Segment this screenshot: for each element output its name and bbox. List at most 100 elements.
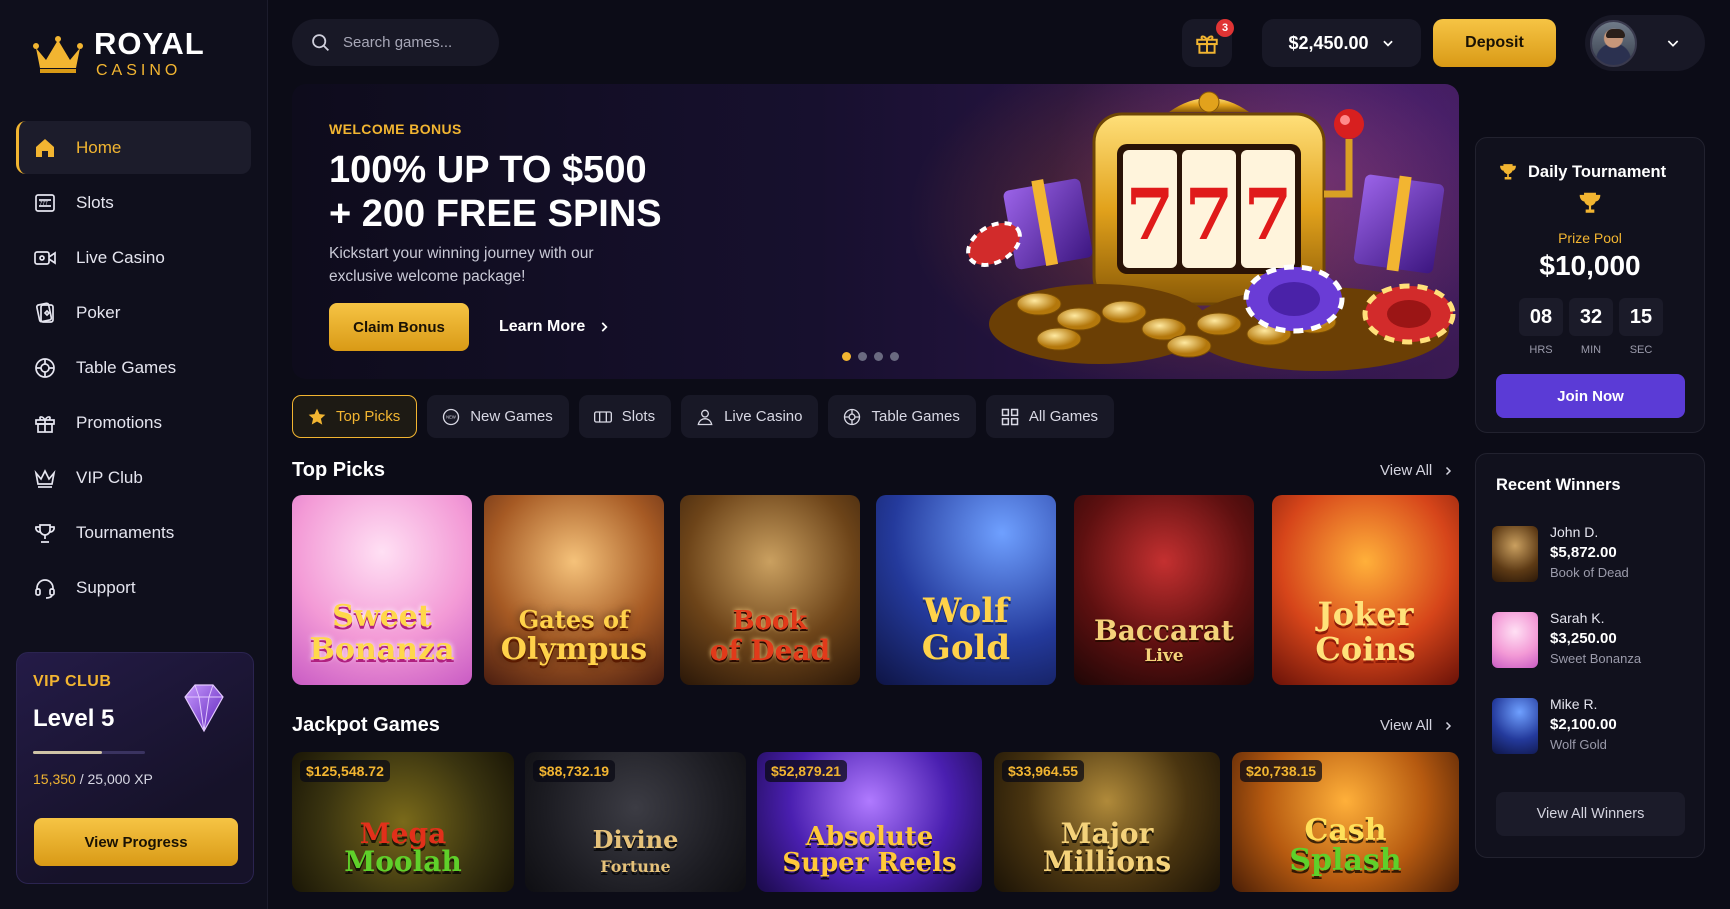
profile-menu[interactable] bbox=[1585, 15, 1705, 71]
game-title: Absolute Super Reels bbox=[782, 822, 957, 878]
nav-label: Poker bbox=[76, 302, 121, 322]
jackpot-card-divine-fortune[interactable]: $88,732.19 Divine Fortune bbox=[525, 752, 746, 892]
carousel-dot[interactable] bbox=[858, 352, 867, 361]
carousel-dot[interactable] bbox=[890, 352, 899, 361]
view-progress-button[interactable]: View Progress bbox=[34, 818, 238, 866]
top-picks-title: Top Picks bbox=[292, 459, 385, 481]
vip-club-card: VIP CLUB Level 5 15,350 / 25,000 XP View… bbox=[16, 652, 254, 884]
hero-tag: WELCOME BONUS bbox=[329, 121, 462, 137]
jackpot-card-absolute-super-reels[interactable]: $52,879.21 Absolute Super Reels bbox=[757, 752, 982, 892]
claim-bonus-button[interactable]: Claim Bonus bbox=[329, 303, 469, 351]
svg-text:7: 7 bbox=[1244, 173, 1293, 256]
star-icon bbox=[308, 408, 326, 425]
jackpot-card-major-millions[interactable]: $33,964.55 Major Millions bbox=[994, 752, 1220, 892]
winner-item[interactable]: Sarah K. $3,250.00 Sweet Bonanza bbox=[1492, 610, 1641, 668]
carousel-dot[interactable] bbox=[874, 352, 883, 361]
chevron-down-icon bbox=[1667, 40, 1679, 47]
hero-title-line2: + 200 FREE SPINS bbox=[329, 193, 662, 235]
learn-more-link[interactable]: Learn More bbox=[499, 303, 611, 351]
nav-item-live-casino[interactable]: Live Casino bbox=[16, 231, 251, 284]
tab-top-picks[interactable]: Top Picks bbox=[292, 395, 418, 438]
jackpot-card-cash-splash[interactable]: $20,738.15 Cash Splash bbox=[1232, 752, 1459, 892]
balance-dropdown[interactable]: $2,450.00 bbox=[1262, 19, 1421, 67]
nav-label: Live Casino bbox=[76, 247, 165, 267]
winner-amount: $5,872.00 bbox=[1550, 544, 1617, 561]
jackpot-card-mega-moolah[interactable]: $125,548.72 Mega Moolah bbox=[292, 752, 514, 892]
search-bar[interactable] bbox=[292, 19, 499, 66]
game-card-gates-of-olympus[interactable]: Gates of Olympus bbox=[484, 495, 664, 685]
countdown-minutes: 32 MIN bbox=[1569, 298, 1613, 356]
nav-item-home[interactable]: Home bbox=[16, 121, 251, 174]
tab-label: All Games bbox=[1028, 408, 1099, 425]
tab-table-games[interactable]: Table Games bbox=[828, 395, 976, 438]
playing-cards-icon bbox=[32, 300, 58, 326]
tab-all-games[interactable]: All Games bbox=[985, 395, 1115, 438]
carousel-dot[interactable] bbox=[842, 352, 851, 361]
join-now-button[interactable]: Join Now bbox=[1496, 374, 1685, 418]
vip-xp-total: / 25,000 XP bbox=[79, 771, 153, 787]
winner-game: Sweet Bonanza bbox=[1550, 651, 1642, 666]
brand-subname: CASINO bbox=[96, 62, 182, 79]
chevron-right-icon bbox=[1446, 721, 1452, 730]
tournament-header: Daily Tournament bbox=[1498, 162, 1666, 182]
jackpot-amount: $52,879.21 bbox=[765, 760, 848, 782]
nav-item-promotions[interactable]: Promotions bbox=[16, 396, 251, 449]
learn-more-label: Learn More bbox=[499, 318, 586, 335]
diamond-gem-icon bbox=[184, 684, 224, 733]
tournament-title: Daily Tournament bbox=[1528, 162, 1667, 181]
headset-icon bbox=[32, 575, 58, 601]
view-all-label: View All bbox=[1380, 717, 1433, 734]
tab-live-casino[interactable]: Live Casino bbox=[681, 395, 819, 438]
nav-label: VIP Club bbox=[76, 467, 143, 487]
svg-text:7: 7 bbox=[1185, 173, 1234, 256]
nav-label: Support bbox=[76, 577, 136, 597]
countdown-seconds-label: SEC bbox=[1629, 344, 1653, 356]
chevron-right-icon bbox=[1446, 466, 1452, 475]
winner-name: Sarah K. bbox=[1550, 610, 1605, 626]
svg-text:7: 7 bbox=[1126, 173, 1175, 256]
winner-name: John D. bbox=[1550, 524, 1599, 540]
game-card-wolf-gold[interactable]: Wolf Gold bbox=[876, 495, 1056, 685]
game-card-sweet-bonanza[interactable]: Sweet Bonanza bbox=[292, 495, 472, 685]
jackpot-amount: $125,548.72 bbox=[300, 760, 390, 782]
top-picks-view-all-link[interactable]: View All bbox=[1380, 462, 1454, 479]
notifications-gift-button[interactable]: 3 bbox=[1182, 19, 1234, 67]
game-card-book-of-dead[interactable]: Book of Dead bbox=[680, 495, 860, 685]
avatar[interactable] bbox=[1590, 19, 1637, 67]
nav-item-tournaments[interactable]: Tournaments bbox=[16, 506, 251, 559]
game-title: Mega Moolah bbox=[344, 817, 462, 878]
jackpot-amount: $20,738.15 bbox=[1240, 760, 1323, 782]
view-all-winners-button[interactable]: View All Winners bbox=[1496, 792, 1685, 836]
deposit-button[interactable]: Deposit bbox=[1433, 19, 1556, 67]
winner-game: Book of Dead bbox=[1550, 565, 1629, 580]
winner-item[interactable]: Mike R. $2,100.00 Wolf Gold bbox=[1492, 696, 1617, 754]
winner-item[interactable]: John D. $5,872.00 Book of Dead bbox=[1492, 524, 1629, 582]
nav-item-vip-club[interactable]: VIP Club bbox=[16, 451, 251, 504]
nav-label: Slots bbox=[76, 192, 114, 212]
nav-item-poker[interactable]: Poker bbox=[16, 286, 251, 339]
game-card-joker-coins[interactable]: Joker Coins bbox=[1272, 495, 1459, 685]
tab-label: Live Casino bbox=[724, 408, 803, 425]
vip-xp: 15,350 / 25,000 XP bbox=[33, 771, 237, 787]
recent-winners-card: Recent Winners John D. $5,872.00 Book of… bbox=[1475, 453, 1705, 858]
prize-pool-label: Prize Pool bbox=[1558, 230, 1622, 246]
tab-slots[interactable]: Slots bbox=[578, 395, 672, 438]
brand-logo[interactable]: ROYAL CASINO bbox=[32, 28, 205, 79]
game-card-baccarat-live[interactable]: Baccarat Live bbox=[1074, 495, 1254, 685]
nav-item-support[interactable]: Support bbox=[16, 561, 251, 614]
nav-item-table-games[interactable]: Table Games bbox=[16, 341, 251, 394]
jackpot-view-all-link[interactable]: View All bbox=[1380, 717, 1454, 734]
video-camera-icon bbox=[32, 245, 58, 271]
jackpot-amount: $88,732.19 bbox=[533, 760, 616, 782]
search-input[interactable] bbox=[343, 34, 483, 51]
countdown-hours-value: 08 bbox=[1519, 298, 1563, 336]
nav-item-slots[interactable]: 777 Slots bbox=[16, 176, 251, 229]
game-title: Baccarat Live bbox=[1094, 614, 1234, 666]
tab-label: Table Games bbox=[871, 408, 960, 425]
gift-icon bbox=[32, 410, 58, 436]
tab-new-games[interactable]: NEW New Games bbox=[427, 395, 569, 438]
chevron-right-icon bbox=[601, 322, 608, 332]
brand-name: ROYAL bbox=[94, 26, 205, 61]
nav-label: Tournaments bbox=[76, 522, 175, 542]
welcome-bonus-banner: WELCOME BONUS 100% UP TO $500 + 200 FREE… bbox=[292, 84, 1459, 379]
